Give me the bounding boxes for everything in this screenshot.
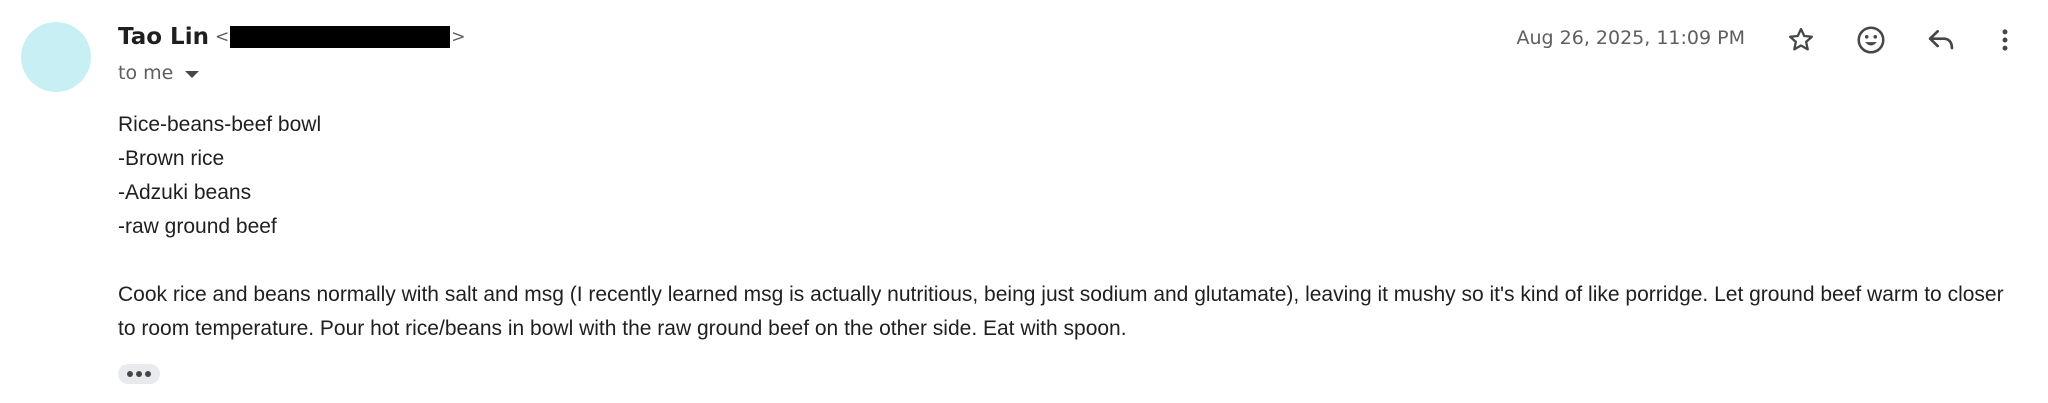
- recipient-label: to me: [118, 62, 174, 84]
- star-icon: [1789, 27, 1813, 51]
- email-open-bracket: <: [214, 27, 230, 47]
- body-line: Rice-beans-beef bowl: [118, 113, 322, 136]
- ellipsis-icon: [127, 371, 133, 377]
- more-vert-icon: [2002, 29, 2008, 51]
- body-line: -Brown rice: [118, 147, 225, 170]
- email-message: Tao Lin < > to me Aug 26, 2025, 11:09 PM: [0, 0, 2048, 403]
- add-reaction-button[interactable]: [1851, 20, 1891, 60]
- sender-name[interactable]: Tao Lin: [118, 24, 209, 50]
- reply-icon: [1928, 30, 1954, 50]
- recipient-line: to me: [118, 62, 200, 84]
- emoji-icon: [1857, 26, 1885, 54]
- message-body: Rice-beans-beef bowl -Brown rice -Adzuki…: [118, 108, 2018, 346]
- more-options-button[interactable]: [1985, 20, 2025, 60]
- sender-line: Tao Lin < >: [118, 24, 465, 50]
- email-close-bracket: >: [451, 27, 466, 47]
- sender-email: < >: [214, 26, 466, 48]
- avatar[interactable]: [21, 22, 91, 92]
- redacted-email-address: [230, 26, 451, 48]
- show-trimmed-content-button[interactable]: [118, 364, 160, 384]
- show-details-dropdown-icon[interactable]: [185, 70, 200, 78]
- body-line: -Adzuki beans: [118, 181, 252, 204]
- star-button[interactable]: [1781, 20, 1821, 60]
- body-line: -raw ground beef: [118, 215, 277, 238]
- reply-button[interactable]: [1921, 20, 1961, 60]
- message-date: Aug 26, 2025, 11:09 PM: [1516, 27, 1745, 49]
- body-paragraph: Cook rice and beans normally with salt a…: [118, 283, 2004, 340]
